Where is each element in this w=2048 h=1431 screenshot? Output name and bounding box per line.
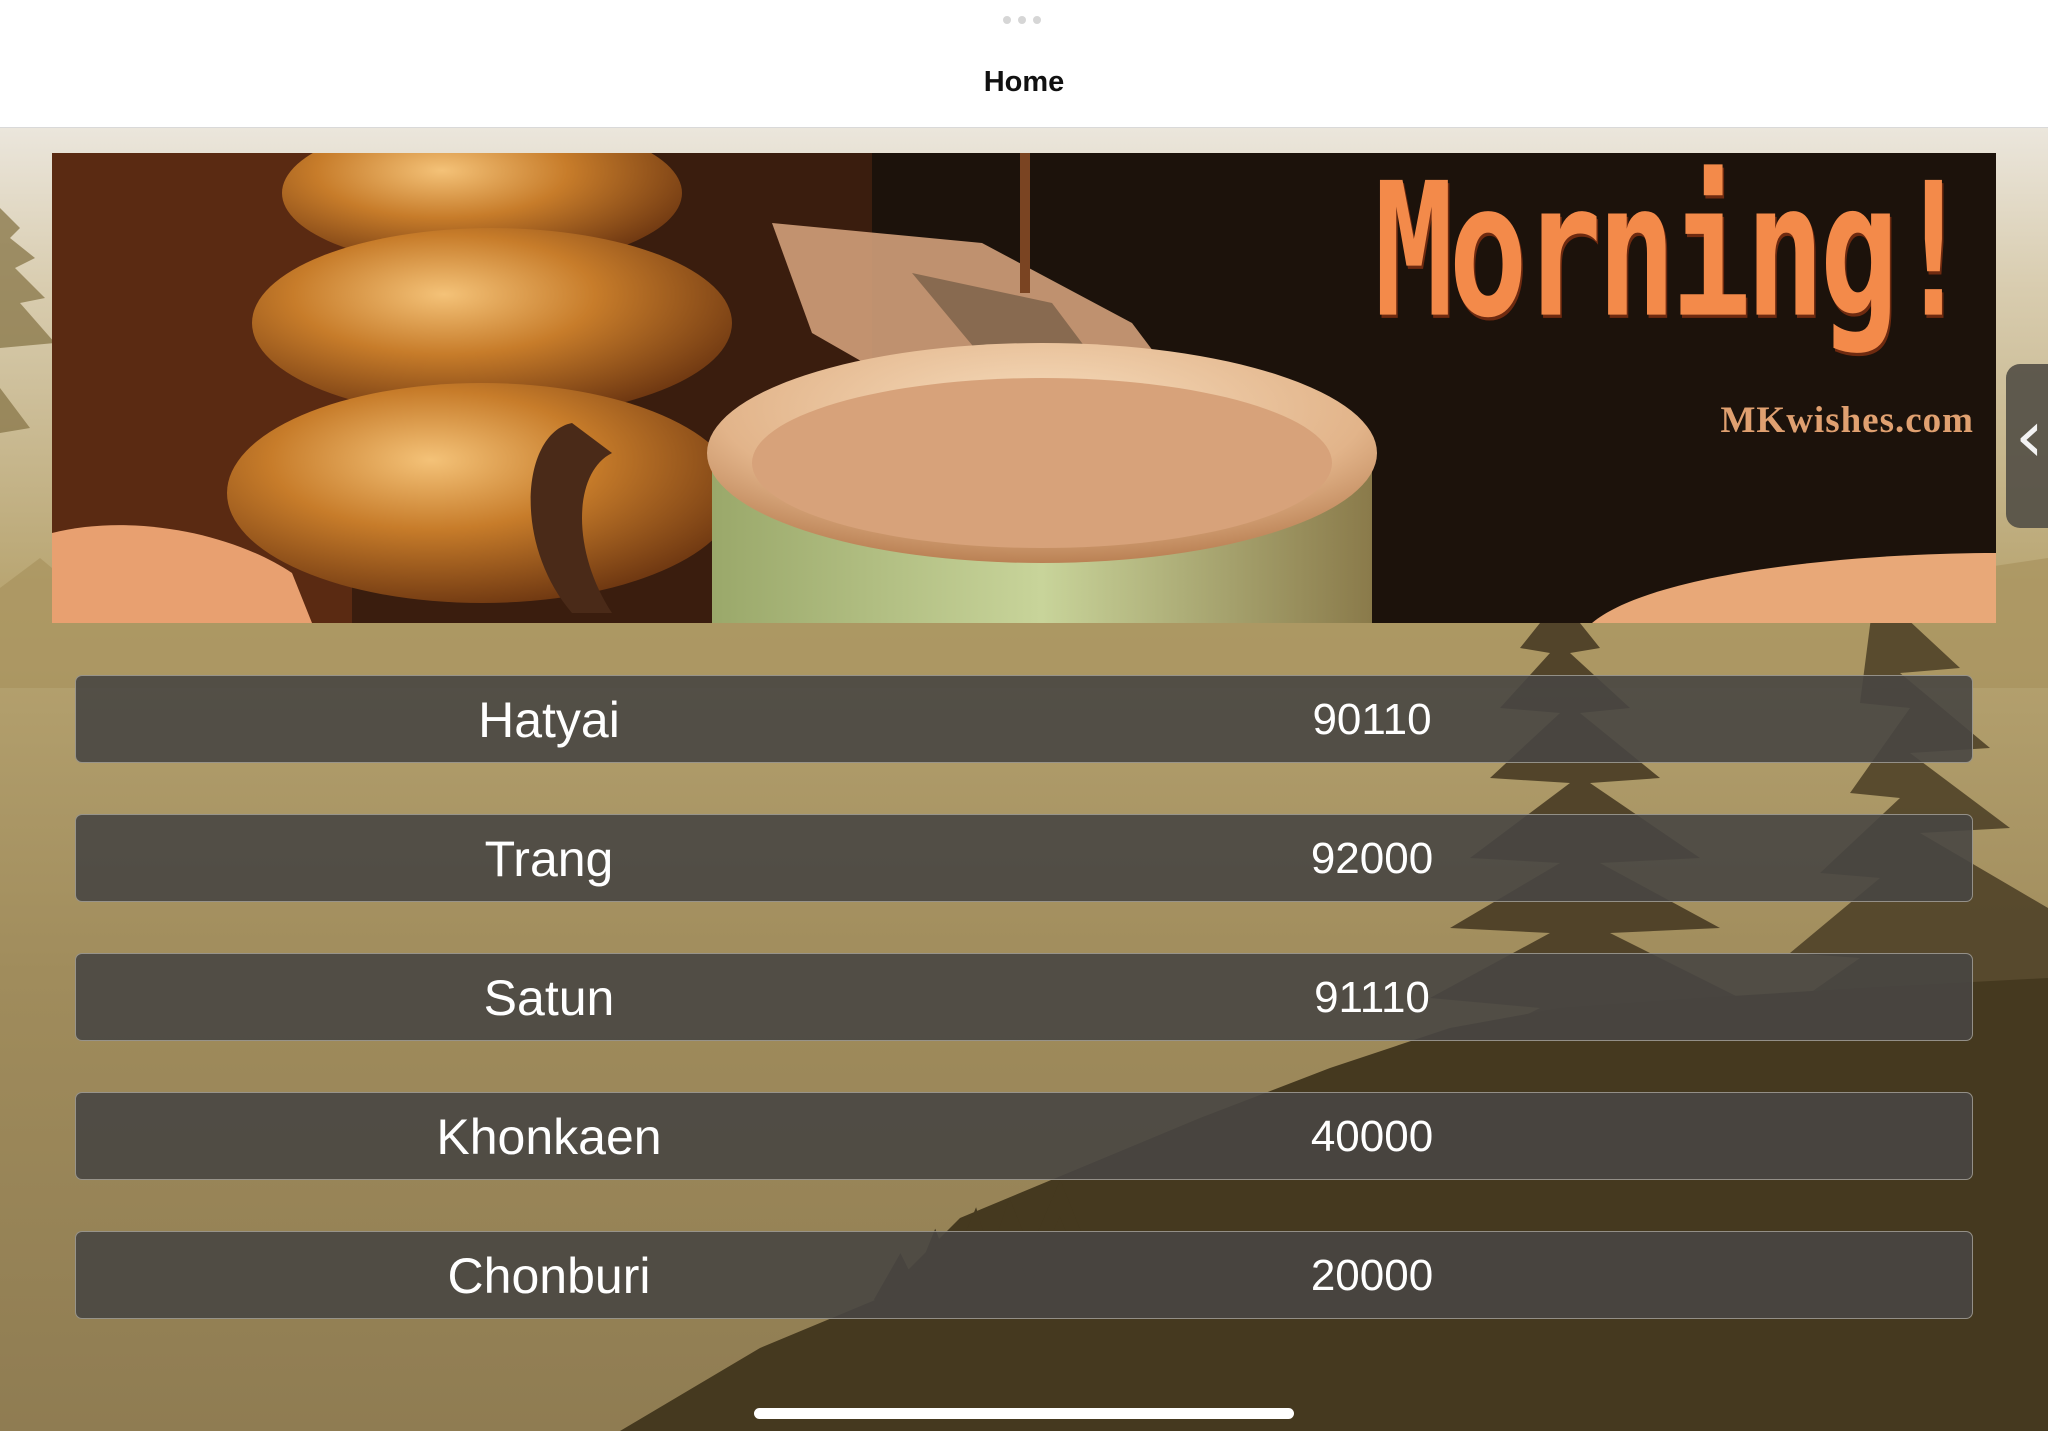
multitasking-menu-icon[interactable] <box>1003 16 1041 24</box>
morning-banner-image: Morning! MKwishes.com <box>52 153 1996 623</box>
location-list: Hatyai 90110 Trang 92000 Satun 91110 Kho… <box>75 675 1973 1370</box>
postal-code: 92000 <box>1310 834 1434 883</box>
chevron-left-icon: ‹ <box>2015 394 2044 478</box>
location-row-satun[interactable]: Satun 91110 <box>75 953 1973 1041</box>
banner-headline: Morning! <box>1374 153 1972 359</box>
location-row-khonkaen[interactable]: Khonkaen 40000 <box>75 1092 1973 1180</box>
location-row-trang[interactable]: Trang 92000 <box>75 814 1973 902</box>
side-panel-toggle-button[interactable]: ‹ <box>2006 364 2048 528</box>
banner-watermark: MKwishes.com <box>1720 400 1974 441</box>
postal-code: 90110 <box>1312 695 1432 744</box>
postal-code: 91110 <box>1314 973 1430 1022</box>
postal-code: 40000 <box>1310 1112 1434 1161</box>
location-name: Hatyai <box>478 692 620 748</box>
location-name: Khonkaen <box>436 1109 662 1165</box>
location-row-hatyai[interactable]: Hatyai 90110 <box>75 675 1973 763</box>
postal-code: 20000 <box>1310 1251 1434 1300</box>
location-row-chonburi[interactable]: Chonburi 20000 <box>75 1231 1973 1319</box>
location-name: Chonburi <box>447 1248 651 1304</box>
app-screen: Home Morning! MKwishes.com ‹ Hatyai 9011… <box>0 0 2048 1431</box>
navigation-bar: Home <box>0 0 2048 128</box>
location-name: Satun <box>483 970 615 1026</box>
home-indicator-bar[interactable] <box>754 1408 1294 1419</box>
page-title: Home <box>983 66 1065 98</box>
location-name: Trang <box>484 831 614 887</box>
